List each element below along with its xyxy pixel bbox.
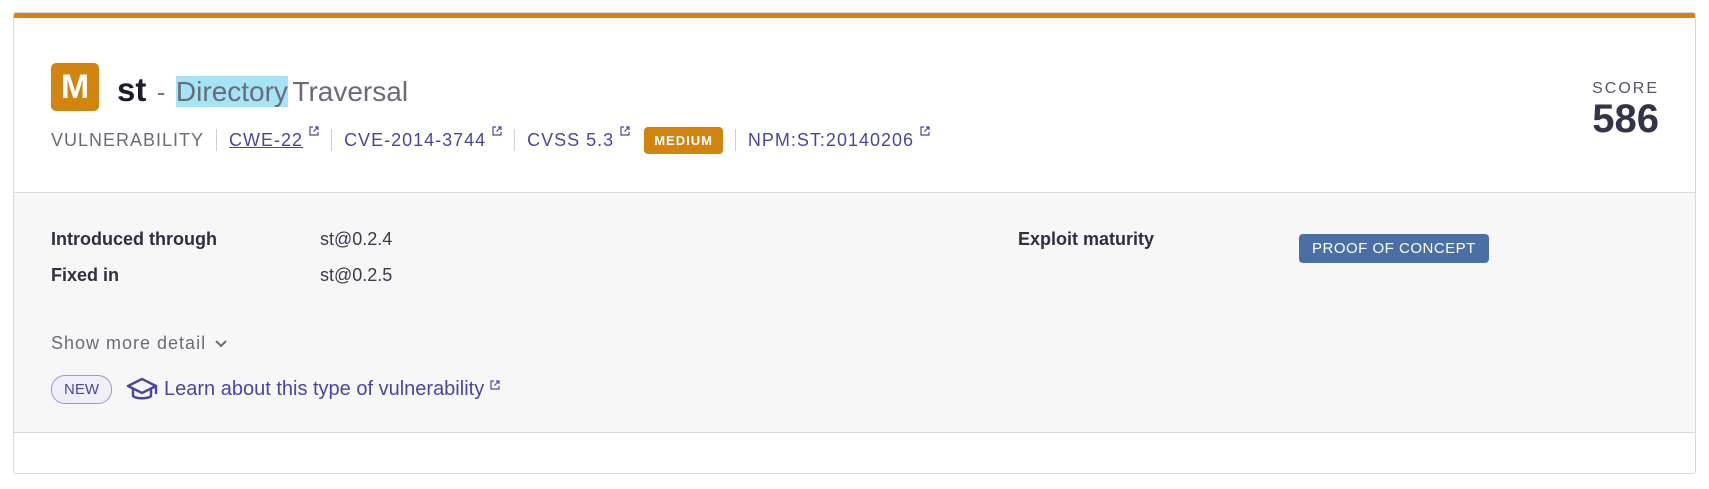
score-block: SCORE 586 bbox=[1592, 80, 1659, 140]
cwe-label[interactable]: CWE-22 bbox=[229, 130, 303, 151]
new-badge: NEW bbox=[51, 375, 112, 404]
fixed-value: st@0.2.5 bbox=[320, 265, 393, 285]
cve-link[interactable]: CVE-2014-3744 bbox=[344, 125, 502, 151]
external-link-icon bbox=[490, 379, 500, 390]
learn-row: NEW Learn about this type of vulnerabili… bbox=[51, 375, 500, 404]
details-panel: Introduced through st@0.2.4 Fixed in st@… bbox=[14, 193, 1695, 433]
vulnerability-card: M st - Directory Traversal VULNERABILITY… bbox=[13, 12, 1696, 474]
meta-divider bbox=[514, 129, 516, 151]
severity-badge: M bbox=[51, 63, 99, 111]
show-more-label[interactable]: Show more detail bbox=[51, 333, 206, 354]
graduation-cap-icon bbox=[126, 377, 158, 399]
npm-link[interactable]: NPM:ST:20140206 bbox=[748, 125, 930, 151]
show-more-detail-toggle[interactable]: Show more detail bbox=[51, 333, 228, 354]
package-name: st bbox=[117, 71, 147, 108]
cve-label[interactable]: CVE-2014-3744 bbox=[344, 130, 486, 151]
vuln-title-highlighted: Directory bbox=[175, 76, 288, 107]
learn-vulnerability-link[interactable]: Learn about this type of vulnerability bbox=[164, 378, 484, 401]
cvss-label[interactable]: CVSS 5.3 bbox=[527, 130, 614, 151]
vulnerability-meta: VULNERABILITY CWE-22 CVE-2014-3744 CVSS … bbox=[51, 125, 930, 155]
exploit-label: Exploit maturity bbox=[1018, 229, 1155, 249]
score-value: 586 bbox=[1592, 97, 1659, 141]
fixed-label: Fixed in bbox=[51, 265, 120, 285]
meta-divider bbox=[734, 129, 736, 151]
external-link-icon bbox=[920, 125, 930, 136]
npm-id-label[interactable]: NPM:ST:20140206 bbox=[748, 130, 914, 151]
introduced-value: st@0.2.4 bbox=[320, 229, 393, 249]
severity-pill: MEDIUM bbox=[644, 126, 723, 154]
exploit-maturity-badge: PROOF OF CONCEPT bbox=[1299, 234, 1489, 263]
cwe-link[interactable]: CWE-22 bbox=[229, 125, 319, 151]
cvss-link[interactable]: CVSS 5.3 bbox=[527, 125, 630, 151]
external-link-icon bbox=[620, 125, 630, 136]
meta-divider bbox=[331, 129, 333, 151]
chevron-down-icon bbox=[215, 339, 227, 347]
vulnerability-title: st - Directory Traversal bbox=[117, 70, 408, 117]
score-label: SCORE bbox=[1592, 80, 1659, 97]
title-separator: - bbox=[156, 77, 166, 107]
external-link-icon bbox=[309, 125, 319, 136]
meta-divider bbox=[216, 129, 218, 151]
vuln-title-rest: Traversal bbox=[292, 76, 409, 107]
introduced-label: Introduced through bbox=[51, 229, 217, 249]
external-link-icon bbox=[492, 125, 502, 136]
vuln-type-label: VULNERABILITY bbox=[51, 129, 205, 150]
card-header: M st - Directory Traversal VULNERABILITY… bbox=[14, 18, 1695, 193]
